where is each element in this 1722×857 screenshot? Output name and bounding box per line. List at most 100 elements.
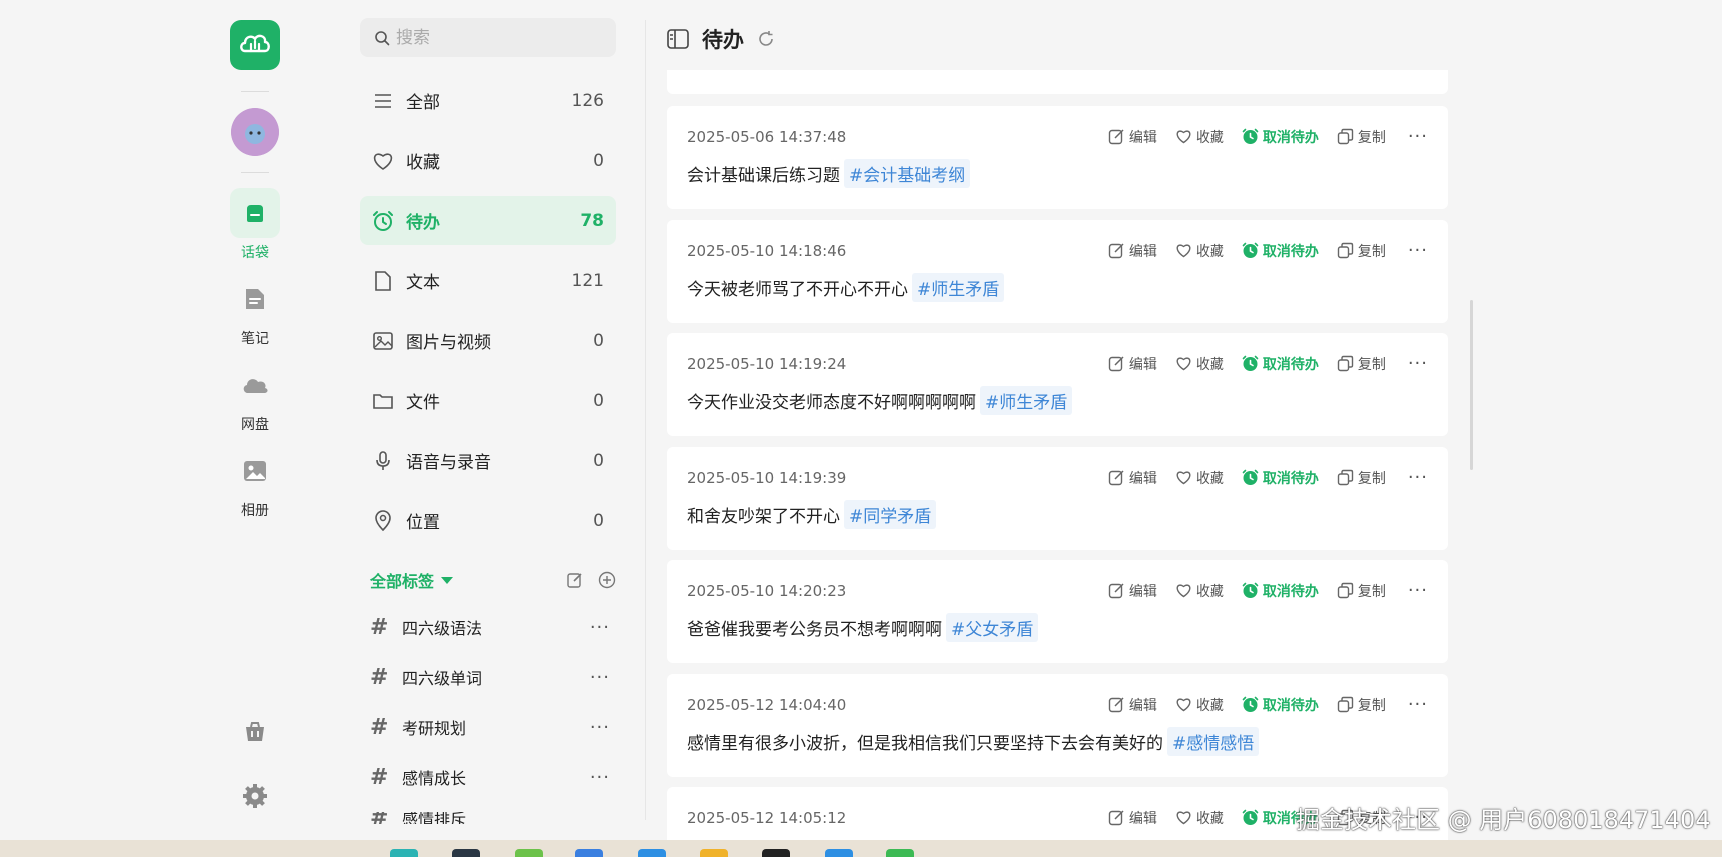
edit-button[interactable]: 编辑 [1108, 354, 1157, 374]
todo-card[interactable]: 2025-05-10 14:19:24 编辑 收藏 取消待办 复制 ··· 今天作业没交老师… [667, 333, 1448, 436]
tag-item[interactable]: # 感情成长 ··· [370, 762, 616, 792]
note-icon [246, 289, 264, 309]
trash-button[interactable] [240, 717, 270, 747]
copy-icon [1337, 128, 1354, 145]
card-tag[interactable]: #感情感悟 [1167, 727, 1260, 756]
tag-item[interactable]: # 考研规划 ··· [370, 712, 616, 742]
copy-label: 复制 [1357, 697, 1386, 714]
scrollbar-thumb[interactable] [1470, 300, 1473, 470]
taskbar-app-icon[interactable] [638, 849, 666, 857]
favorite-button[interactable]: 收藏 [1175, 354, 1224, 374]
edit-button[interactable]: 编辑 [1108, 127, 1157, 147]
edit-button[interactable]: 编辑 [1108, 808, 1157, 828]
favorite-label: 收藏 [1195, 129, 1224, 146]
more-icon[interactable]: ··· [1408, 126, 1428, 147]
favorite-button[interactable]: 收藏 [1175, 581, 1224, 601]
edit-button[interactable]: 编辑 [1108, 468, 1157, 488]
more-icon[interactable]: ··· [1408, 694, 1428, 715]
add-tag-icon[interactable] [598, 571, 616, 589]
card-tag[interactable]: #同学矛盾 [844, 500, 937, 529]
copy-button[interactable]: 复制 [1337, 695, 1386, 715]
favorite-button[interactable]: 收藏 [1175, 808, 1224, 828]
taskbar-app-icon[interactable] [700, 849, 728, 857]
favorite-button[interactable]: 收藏 [1175, 127, 1224, 147]
taskbar-app-icon[interactable] [452, 849, 480, 857]
copy-button[interactable]: 复制 [1337, 581, 1386, 601]
favorite-button[interactable]: 收藏 [1175, 241, 1224, 261]
todo-card[interactable]: 2025-05-12 14:04:40 编辑 收藏 取消待办 复制 ··· 感情里有很多小波… [667, 674, 1448, 777]
cancel-todo-button[interactable]: 取消待办 [1242, 468, 1319, 488]
taskbar-app-icon[interactable] [762, 849, 790, 857]
card-tag[interactable]: #师生矛盾 [912, 273, 1005, 302]
edit-icon [1108, 470, 1124, 486]
sidebar-toggle-icon[interactable] [666, 28, 690, 50]
cancel-todo-button[interactable]: 取消待办 [1242, 241, 1319, 261]
tag-item[interactable]: # 感情排斥 [370, 812, 616, 824]
category-todo[interactable]: 待办 78 [360, 196, 616, 245]
more-icon[interactable]: ··· [584, 617, 616, 638]
edit-button[interactable]: 编辑 [1108, 581, 1157, 601]
copy-button[interactable]: 复制 [1337, 241, 1386, 261]
app-logo[interactable] [230, 20, 280, 70]
more-icon[interactable]: ··· [1408, 467, 1428, 488]
copy-button[interactable]: 复制 [1337, 127, 1386, 147]
more-icon[interactable]: ··· [1408, 580, 1428, 601]
edit-button[interactable]: 编辑 [1108, 695, 1157, 715]
more-icon[interactable]: ··· [584, 717, 616, 738]
cancel-todo-button[interactable]: 取消待办 [1242, 581, 1319, 601]
chevron-down-icon[interactable] [441, 576, 454, 584]
copy-button[interactable]: 复制 [1337, 468, 1386, 488]
category-files[interactable]: 文件 0 [360, 376, 616, 425]
favorite-label: 收藏 [1195, 810, 1224, 827]
category-location[interactable]: 位置 0 [360, 496, 616, 545]
cancel-todo-button[interactable]: 取消待办 [1242, 354, 1319, 374]
todo-card[interactable]: 2025-05-10 14:19:39 编辑 收藏 取消待办 复制 ··· 和舍友吵架了不开… [667, 447, 1448, 550]
category-audio[interactable]: 语音与录音 0 [360, 436, 616, 485]
todo-card[interactable]: 2025-05-10 14:20:23 编辑 收藏 取消待办 复制 ··· 爸爸催我要考公务… [667, 560, 1448, 663]
search-box[interactable] [360, 18, 616, 57]
tag-item[interactable]: # 四六级语法 ··· [370, 612, 616, 642]
cancel-todo-button[interactable]: 取消待办 [1242, 127, 1319, 147]
heart-icon [1176, 244, 1191, 258]
avatar[interactable] [231, 108, 279, 156]
todo-card[interactable]: 2025-05-10 14:18:46 编辑 收藏 取消待办 复制 ··· 今天被老师骂了不… [667, 220, 1448, 323]
edit-tags-icon[interactable] [566, 571, 584, 589]
more-icon[interactable]: ··· [584, 767, 616, 788]
taskbar-app-icon[interactable] [825, 849, 853, 857]
taskbar-app-icon[interactable] [390, 849, 418, 857]
more-icon[interactable]: ··· [1408, 240, 1428, 261]
category-all[interactable]: 全部 126 [360, 76, 616, 125]
settings-button[interactable] [240, 781, 270, 811]
favorite-button[interactable]: 收藏 [1175, 695, 1224, 715]
taskbar-app-icon[interactable] [515, 849, 543, 857]
copy-button[interactable]: 复制 [1337, 354, 1386, 374]
rail-item-chat-bag[interactable]: 话袋 [220, 188, 290, 262]
card-timestamp: 2025-05-10 14:19:24 [687, 355, 847, 373]
copy-label: 复制 [1357, 470, 1386, 487]
category-media[interactable]: 图片与视频 0 [360, 316, 616, 365]
more-icon[interactable]: ··· [584, 667, 616, 688]
rail-item-cloud[interactable]: 网盘 [220, 360, 290, 434]
card-tag[interactable]: #父女矛盾 [946, 613, 1039, 642]
search-input[interactable] [396, 27, 596, 48]
rail-label: 话袋 [241, 245, 269, 261]
rail-item-album[interactable]: 相册 [220, 446, 290, 520]
todo-card[interactable]: 2025-05-06 14:37:48 编辑 收藏 取消待办 复制 ··· 会计基础课后练习… [667, 106, 1448, 209]
tags-title[interactable]: 全部标签 [370, 568, 434, 592]
card-tag[interactable]: #会计基础考纲 [844, 159, 971, 188]
category-text[interactable]: 文本 121 [360, 256, 616, 305]
category-favorites[interactable]: 收藏 0 [360, 136, 616, 185]
copy-icon [1337, 582, 1354, 599]
favorite-button[interactable]: 收藏 [1175, 468, 1224, 488]
taskbar-app-icon[interactable] [886, 849, 914, 857]
card-tag[interactable]: #师生矛盾 [980, 386, 1073, 415]
taskbar-app-icon[interactable] [575, 849, 603, 857]
tag-item[interactable]: # 四六级单词 ··· [370, 662, 616, 692]
rail-item-notes[interactable]: 笔记 [220, 274, 290, 348]
more-icon[interactable]: ··· [1408, 353, 1428, 374]
refresh-icon[interactable] [756, 29, 776, 49]
edit-button[interactable]: 编辑 [1108, 241, 1157, 261]
cancel-todo-button[interactable]: 取消待办 [1242, 695, 1319, 715]
copy-icon [1337, 355, 1354, 372]
scrollbar[interactable] [1468, 0, 1476, 840]
